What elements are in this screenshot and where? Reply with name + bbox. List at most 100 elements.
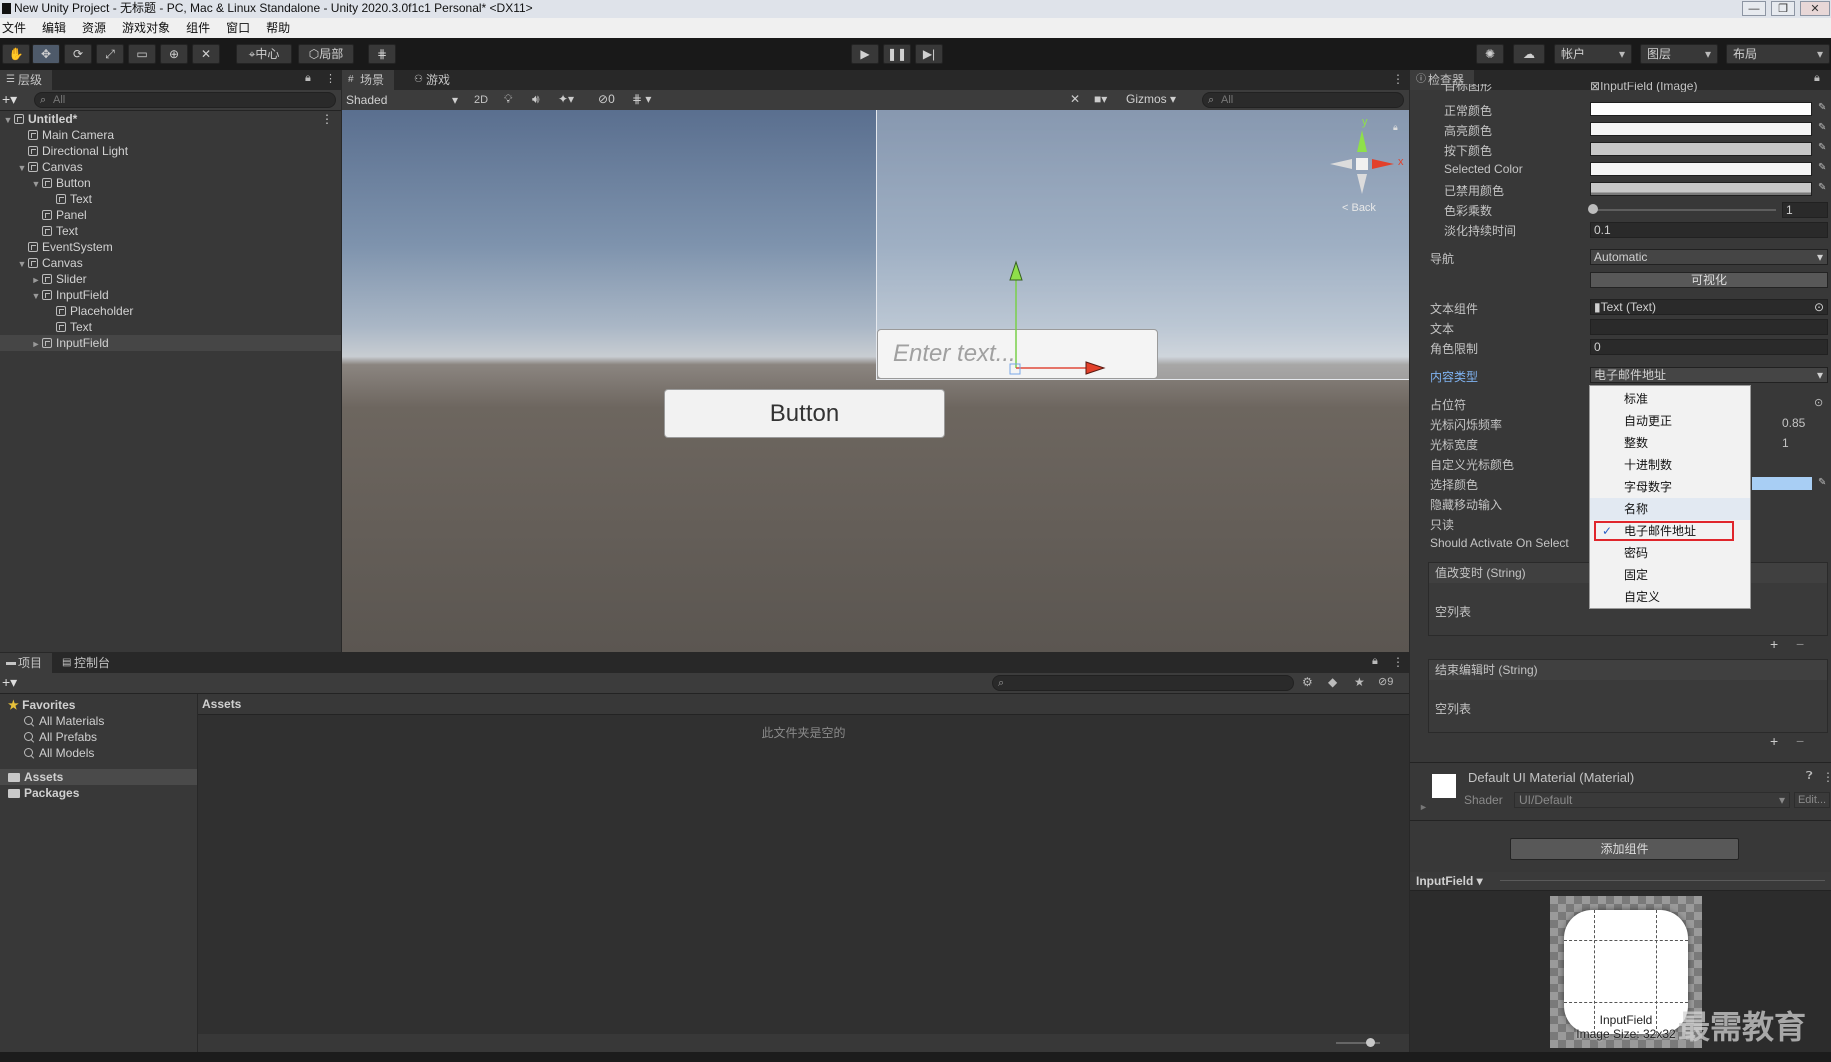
content-type-dropdown[interactable]: 电子邮件地址 ▾ bbox=[1590, 367, 1828, 383]
create-plus-icon[interactable]: +▾ bbox=[2, 91, 17, 108]
add-listener-button[interactable]: + bbox=[1770, 733, 1778, 749]
favorite-all-prefabs[interactable]: All Prefabs bbox=[24, 729, 97, 745]
chevron-down-icon[interactable]: ▼ bbox=[30, 176, 42, 192]
content-type-option[interactable]: 名称 bbox=[1590, 498, 1750, 520]
scene-kebab-icon[interactable]: ⋮ bbox=[1392, 72, 1404, 86]
navigation-dropdown[interactable]: Automatic ▾ bbox=[1590, 249, 1828, 265]
hierarchy-item[interactable]: ► Slider bbox=[0, 271, 341, 287]
content-type-option[interactable]: 固定 bbox=[1590, 564, 1750, 586]
placeholder-picker-icon[interactable]: ⊙ bbox=[1814, 396, 1823, 409]
tab-game[interactable]: ⚇ 游戏 bbox=[408, 70, 460, 90]
close-button[interactable]: ✕ bbox=[1800, 1, 1830, 16]
chevron-down-icon[interactable]: ▼ bbox=[30, 288, 42, 304]
caret-width-input[interactable]: 1 bbox=[1782, 436, 1789, 450]
hierarchy-item[interactable]: ▼ Button bbox=[0, 175, 341, 191]
color-multiplier-track[interactable] bbox=[1594, 209, 1776, 211]
color-multiplier-input[interactable]: 1 bbox=[1782, 202, 1828, 218]
button-object[interactable]: Button bbox=[664, 389, 945, 438]
rect-tool-icon[interactable]: ▭ bbox=[128, 44, 156, 64]
minimize-button[interactable]: — bbox=[1742, 1, 1766, 16]
target-graphic-field[interactable]: ⊠InputField (Image) bbox=[1590, 82, 1818, 92]
chevron-right-icon[interactable]: ► bbox=[30, 272, 42, 288]
content-type-option[interactable]: 字母数字 bbox=[1590, 476, 1750, 498]
help-icon[interactable]: ❓︎ bbox=[1806, 770, 1813, 783]
step-button[interactable]: ▶| bbox=[915, 44, 943, 64]
favorite-all-models[interactable]: All Models bbox=[24, 745, 94, 761]
edit-shader-button[interactable]: Edit... bbox=[1794, 792, 1830, 808]
scene-viewport[interactable]: Enter text... Button y x 🔒︎ < Back bbox=[342, 110, 1409, 652]
content-type-option[interactable]: ✓ 电子邮件地址 bbox=[1590, 520, 1750, 542]
remove-listener-button[interactable]: − bbox=[1796, 636, 1804, 652]
hierarchy-item[interactable]: Text bbox=[0, 223, 341, 239]
menu-gameobject[interactable]: 游戏对象 bbox=[114, 21, 178, 35]
highlight-color-swatch[interactable] bbox=[1590, 122, 1812, 136]
menu-window[interactable]: 窗口 bbox=[218, 21, 258, 35]
lighting-icon[interactable]: 💡︎ bbox=[504, 92, 512, 107]
play-button[interactable]: ▶ bbox=[851, 44, 879, 64]
disabled-color-swatch[interactable] bbox=[1590, 182, 1812, 196]
menu-file[interactable]: 文件 bbox=[0, 21, 34, 35]
eyedropper-icon[interactable]: ✎ bbox=[1818, 477, 1828, 489]
favorite-star-icon[interactable]: ★ bbox=[1354, 675, 1365, 689]
move-tool-icon[interactable]: ✥ bbox=[32, 44, 60, 64]
eyedropper-icon[interactable]: ✎ bbox=[1818, 122, 1828, 134]
text-component-field[interactable]: ▮Text (Text) ⊙ bbox=[1590, 299, 1828, 315]
project-search-input[interactable] bbox=[992, 675, 1294, 691]
tab-scene[interactable]: # 场景 bbox=[342, 70, 395, 90]
layers-dropdown[interactable]: 图层 bbox=[1640, 44, 1718, 64]
content-type-option[interactable]: 整数 bbox=[1590, 432, 1750, 454]
text-input[interactable] bbox=[1590, 319, 1828, 335]
eyedropper-icon[interactable]: ✎ bbox=[1818, 142, 1828, 154]
eyedropper-icon[interactable]: ✎ bbox=[1818, 162, 1828, 174]
custom-tool-icon[interactable]: ✕ bbox=[192, 44, 220, 64]
visualize-button[interactable]: 可视化 bbox=[1590, 272, 1828, 288]
hierarchy-item[interactable]: Directional Light bbox=[0, 143, 341, 159]
project-kebab-icon[interactable]: ⋮ bbox=[1392, 655, 1404, 669]
chevron-down-icon[interactable]: ▼ bbox=[16, 160, 28, 176]
tab-hierarchy[interactable]: ☰ 层级 bbox=[0, 70, 53, 90]
filter-type-icon[interactable]: ⚙ bbox=[1302, 675, 1313, 689]
shader-dropdown[interactable]: UI/Default ▾ bbox=[1514, 792, 1790, 808]
project-lock-icon[interactable]: 🔒︎ bbox=[1372, 655, 1378, 668]
eyedropper-icon[interactable]: ✎ bbox=[1818, 182, 1828, 194]
menu-edit[interactable]: 编辑 bbox=[34, 21, 74, 35]
pause-button[interactable]: ❚❚ bbox=[883, 44, 911, 64]
effects-icon[interactable]: ✦▾ bbox=[558, 92, 574, 106]
gizmo-lock-icon[interactable]: 🔒︎ bbox=[1393, 122, 1398, 133]
character-limit-input[interactable]: 0 bbox=[1590, 339, 1828, 355]
hierarchy-item[interactable]: Text bbox=[0, 191, 341, 207]
scale-tool-icon[interactable]: ⤢ bbox=[96, 44, 124, 64]
favorite-all-materials[interactable]: All Materials bbox=[24, 713, 104, 729]
hierarchy-search-input[interactable]: All bbox=[34, 92, 336, 108]
caret-blink-rate-input[interactable]: 0.85 bbox=[1782, 416, 1805, 430]
move-gizmo[interactable] bbox=[982, 260, 1122, 375]
project-create-icon[interactable]: +▾ bbox=[2, 674, 17, 691]
collab-icon[interactable]: ✺ bbox=[1476, 44, 1504, 64]
hierarchy-item[interactable]: ▼ Canvas bbox=[0, 159, 341, 175]
content-type-option[interactable]: 十进制数 bbox=[1590, 454, 1750, 476]
hierarchy-item[interactable]: ▼ Untitled* ⋮ bbox=[0, 111, 341, 127]
selected-color-swatch[interactable] bbox=[1590, 162, 1812, 176]
object-picker-icon[interactable]: ⊙ bbox=[1814, 300, 1824, 315]
content-type-option[interactable]: 自动更正 bbox=[1590, 410, 1750, 432]
hierarchy-item[interactable]: ▼ InputField bbox=[0, 287, 341, 303]
hierarchy-item[interactable]: ► InputField bbox=[0, 335, 341, 351]
tab-console[interactable]: ▤ 控制台 bbox=[56, 653, 120, 673]
tools-icon[interactable]: ✕ bbox=[1070, 92, 1080, 106]
lock-icon[interactable]: 🔒︎ bbox=[305, 72, 311, 85]
zoom-slider-handle[interactable] bbox=[1366, 1038, 1375, 1047]
add-listener-button[interactable]: + bbox=[1770, 636, 1778, 652]
hand-tool-icon[interactable]: ✋ bbox=[2, 44, 30, 64]
selection-color-swatch[interactable] bbox=[1752, 477, 1812, 490]
content-type-option[interactable]: 自定义 bbox=[1590, 586, 1750, 608]
content-type-option[interactable]: 密码 bbox=[1590, 542, 1750, 564]
content-type-option[interactable]: 标准 bbox=[1590, 388, 1750, 410]
menu-component[interactable]: 组件 bbox=[178, 21, 218, 35]
hierarchy-item[interactable]: Panel bbox=[0, 207, 341, 223]
hidden-objects-toggle[interactable]: ⊘0 bbox=[598, 92, 615, 106]
kebab-menu-icon[interactable]: ⋮ bbox=[325, 72, 336, 85]
hidden-packages-toggle[interactable]: ⊘9 bbox=[1378, 675, 1393, 688]
fade-duration-input[interactable]: 0.1 bbox=[1590, 222, 1828, 238]
pivot-toggle-button[interactable]: ⌖中心 bbox=[236, 44, 292, 64]
scene-search-input[interactable]: All bbox=[1202, 92, 1404, 108]
